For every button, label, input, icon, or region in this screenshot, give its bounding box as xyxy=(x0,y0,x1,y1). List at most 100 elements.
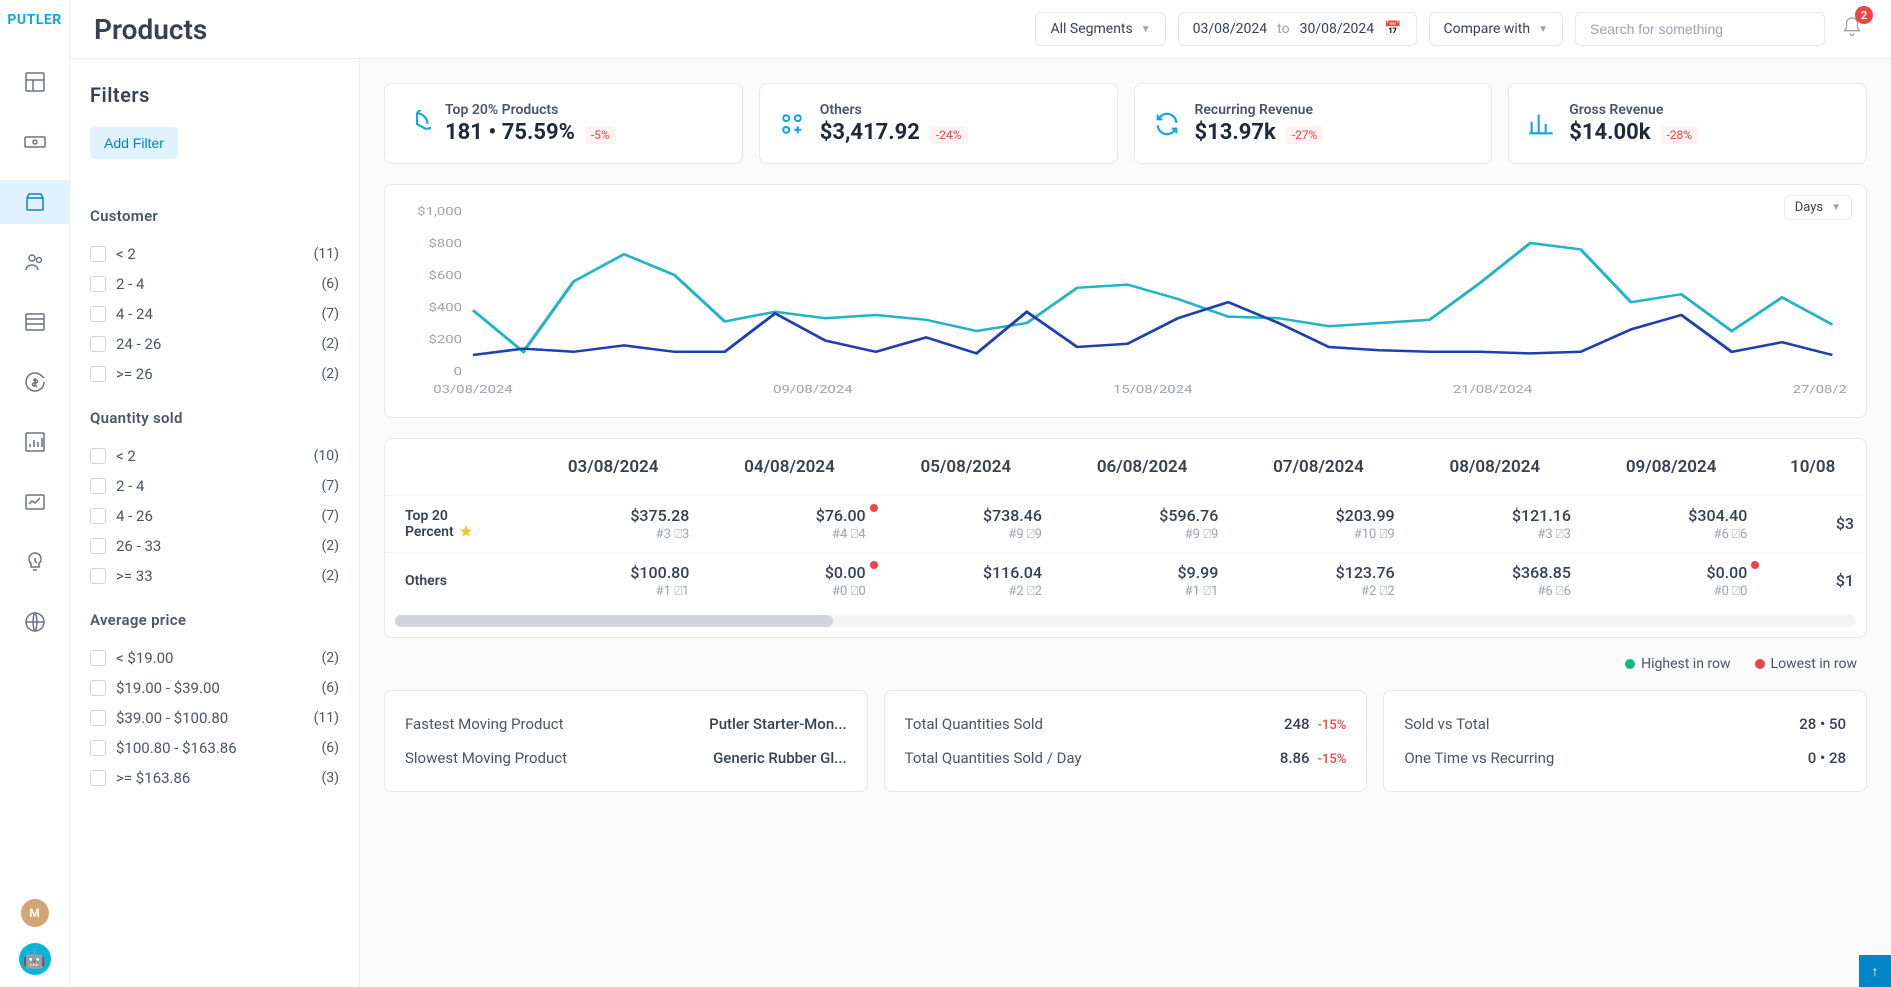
filter-row[interactable]: 4 - 26(7) xyxy=(90,501,339,531)
table-row: Top 20 Percent★$375.28#3 ⍁3$76.00#4 ⍁4$7… xyxy=(385,496,1866,553)
kpi-card[interactable]: Gross Revenue$14.00k-28% xyxy=(1508,83,1867,164)
nav-trend-icon[interactable] xyxy=(13,480,57,524)
kpi-card[interactable]: Top 20% Products181 • 75.59%-5% xyxy=(384,83,743,164)
checkbox[interactable] xyxy=(90,336,106,352)
filter-label: 4 - 26 xyxy=(116,507,321,525)
filter-count: (6) xyxy=(321,276,339,292)
kpi-label: Others xyxy=(820,102,1099,118)
table-cell: $0.00#0 ⍁0 xyxy=(1583,553,1759,610)
line-chart: $1,000$800$600$400$200003/08/202409/08/2… xyxy=(405,201,1846,401)
compare-select[interactable]: Compare with ▼ xyxy=(1429,12,1563,46)
checkbox[interactable] xyxy=(90,306,106,322)
table-header: 06/08/2024 xyxy=(1054,439,1230,496)
chart-card: Days ▼ $1,000$800$600$400$200003/08/2024… xyxy=(384,184,1867,418)
filter-row[interactable]: $100.80 - $163.86(6) xyxy=(90,733,339,763)
nav-list-icon[interactable] xyxy=(13,300,57,344)
kpi-label: Recurring Revenue xyxy=(1195,102,1474,118)
filter-row[interactable]: 2 - 4(7) xyxy=(90,471,339,501)
checkbox[interactable] xyxy=(90,366,106,382)
filter-row[interactable]: $19.00 - $39.00(6) xyxy=(90,673,339,703)
filter-row[interactable]: >= 33(2) xyxy=(90,561,339,591)
table-cell: $596.76#9 ⍁9 xyxy=(1054,496,1230,553)
kpi-card[interactable]: Recurring Revenue$13.97k-27% xyxy=(1134,83,1493,164)
search-input[interactable] xyxy=(1575,12,1825,46)
checkbox[interactable] xyxy=(90,478,106,494)
filter-label: $100.80 - $163.86 xyxy=(116,739,321,757)
checkbox[interactable] xyxy=(90,276,106,292)
stat-label: Slowest Moving Product xyxy=(405,749,567,767)
filter-label: 4 - 24 xyxy=(116,305,321,323)
kpi-label: Gross Revenue xyxy=(1569,102,1848,118)
checkbox[interactable] xyxy=(90,740,106,756)
filter-row[interactable]: >= $163.86(3) xyxy=(90,763,339,793)
filter-row[interactable]: 24 - 26(2) xyxy=(90,329,339,359)
nav-globe-icon[interactable] xyxy=(13,600,57,644)
nav-customers-icon[interactable] xyxy=(13,240,57,284)
stat-label: Fastest Moving Product xyxy=(405,715,564,733)
checkbox[interactable] xyxy=(90,710,106,726)
filter-label: 24 - 26 xyxy=(116,335,321,353)
scroll-top-button[interactable]: ↑ xyxy=(1859,955,1891,987)
data-table: 03/08/202404/08/202405/08/202406/08/2024… xyxy=(385,439,1866,609)
date-from: 03/08/2024 xyxy=(1193,21,1268,37)
kpi-card[interactable]: Others$3,417.92-24% xyxy=(759,83,1118,164)
filter-group-title: Average price xyxy=(90,611,339,629)
filter-count: (2) xyxy=(321,568,339,584)
stat-row: Sold vs Total28 • 50 xyxy=(1404,707,1846,741)
kpi-delta: -27% xyxy=(1286,126,1324,144)
filter-row[interactable]: $39.00 - $100.80(11) xyxy=(90,703,339,733)
checkbox[interactable] xyxy=(90,680,106,696)
table-header: 10/08 xyxy=(1759,439,1866,496)
checkbox[interactable] xyxy=(90,568,106,584)
filter-count: (11) xyxy=(314,246,339,262)
filter-label: < 2 xyxy=(116,447,314,465)
nav-idea-icon[interactable] xyxy=(13,540,57,584)
horizontal-scrollbar[interactable] xyxy=(395,615,1856,627)
filter-count: (6) xyxy=(321,680,339,696)
filter-group-title: Quantity sold xyxy=(90,409,339,427)
nav-products-icon[interactable] xyxy=(0,180,70,224)
nav-refresh-dollar-icon[interactable] xyxy=(13,360,57,404)
add-filter-button[interactable]: Add Filter xyxy=(90,127,178,159)
filter-row[interactable]: < 2(10) xyxy=(90,441,339,471)
svg-text:15/08/2024: 15/08/2024 xyxy=(1113,384,1193,397)
checkbox[interactable] xyxy=(90,650,106,666)
row-name: Top 20 Percent★ xyxy=(385,496,525,553)
notification-bell[interactable]: 2 xyxy=(1837,12,1867,46)
segments-select[interactable]: All Segments ▼ xyxy=(1035,12,1165,46)
filter-label: 2 - 4 xyxy=(116,275,321,293)
grid-icon xyxy=(778,110,806,138)
segments-label: All Segments xyxy=(1050,21,1132,37)
svg-text:21/08/2024: 21/08/2024 xyxy=(1453,384,1533,397)
checkbox[interactable] xyxy=(90,448,106,464)
bot-avatar[interactable]: 🤖 xyxy=(19,943,51,975)
user-avatar[interactable]: M xyxy=(21,899,49,927)
nav-report-icon[interactable] xyxy=(13,420,57,464)
checkbox[interactable] xyxy=(90,246,106,262)
table-header: 04/08/2024 xyxy=(701,439,877,496)
filter-row[interactable]: < 2(11) xyxy=(90,239,339,269)
filter-row[interactable]: 26 - 33(2) xyxy=(90,531,339,561)
filter-row[interactable]: >= 26(2) xyxy=(90,359,339,389)
nav-money-icon[interactable] xyxy=(13,120,57,164)
summary-card: Fastest Moving Product Putler Starter-Mon… xyxy=(384,690,868,792)
checkbox[interactable] xyxy=(90,770,106,786)
filter-count: (3) xyxy=(321,770,339,786)
svg-text:$200: $200 xyxy=(429,334,463,347)
filter-row[interactable]: < $19.00(2) xyxy=(90,643,339,673)
filter-count: (7) xyxy=(321,478,339,494)
filter-row[interactable]: 4 - 24(7) xyxy=(90,299,339,329)
stat-row: Fastest Moving Product Putler Starter-Mon… xyxy=(405,707,847,741)
table-header: 09/08/2024 xyxy=(1583,439,1759,496)
svg-text:$1,000: $1,000 xyxy=(417,206,462,219)
table-cell: $1 xyxy=(1759,553,1866,610)
checkbox[interactable] xyxy=(90,538,106,554)
bell-badge: 2 xyxy=(1855,6,1873,24)
stat-value: Putler Starter-Mon... xyxy=(709,715,847,733)
nav-dashboard-icon[interactable] xyxy=(13,60,57,104)
checkbox[interactable] xyxy=(90,508,106,524)
filter-count: (7) xyxy=(321,306,339,322)
legend-high: Highest in row xyxy=(1641,656,1730,672)
date-range-picker[interactable]: 03/08/2024 to 30/08/2024 📅 xyxy=(1178,12,1417,46)
filter-row[interactable]: 2 - 4(6) xyxy=(90,269,339,299)
